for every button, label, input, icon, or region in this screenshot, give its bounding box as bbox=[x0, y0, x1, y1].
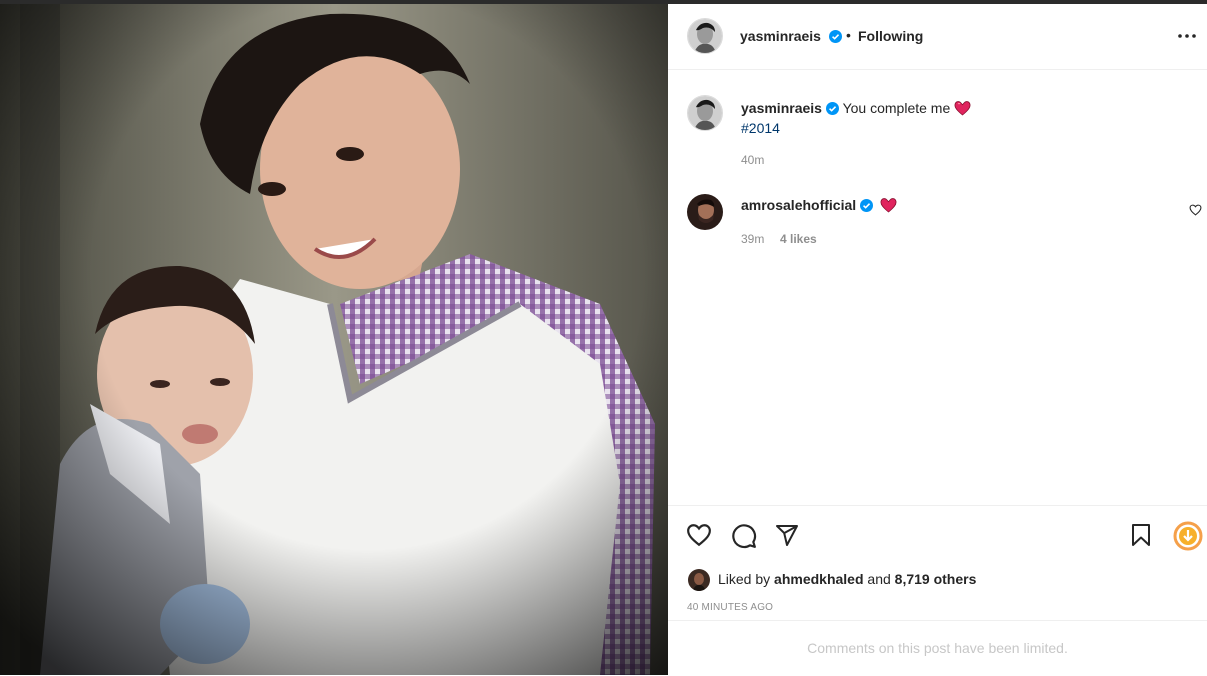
comment-likes[interactable]: 4 likes bbox=[780, 232, 817, 246]
avatar-image bbox=[688, 96, 722, 130]
comment-row: amrosalehofficial bbox=[741, 197, 897, 213]
caption-text: You complete me bbox=[842, 100, 951, 116]
verified-icon bbox=[860, 199, 874, 212]
liked-by-count[interactable]: 8,719 others bbox=[895, 571, 977, 587]
caption-username[interactable]: yasminraeis bbox=[741, 100, 822, 116]
author-name-row: yasminraeis bbox=[740, 28, 843, 46]
photo-illustration bbox=[0, 4, 668, 675]
comments-limited-notice: Comments on this post have been limited. bbox=[668, 620, 1207, 676]
action-bar bbox=[668, 505, 1207, 564]
heart-emoji-icon bbox=[880, 198, 897, 213]
avatar-image bbox=[688, 569, 710, 591]
verified-icon bbox=[825, 102, 839, 115]
like-heart-icon[interactable] bbox=[686, 523, 712, 547]
separator-dot: • bbox=[846, 27, 851, 43]
comment-icon[interactable] bbox=[731, 523, 757, 549]
post-photo[interactable] bbox=[0, 4, 668, 675]
commenter-username[interactable]: amrosalehofficial bbox=[741, 197, 856, 213]
more-options-icon[interactable] bbox=[1176, 26, 1198, 46]
caption-time[interactable]: 40m bbox=[741, 153, 764, 167]
post-details-panel: yasminraeis • Following yasminraeis You … bbox=[668, 4, 1207, 675]
avatar-image bbox=[688, 19, 722, 53]
download-extension-icon[interactable] bbox=[1173, 521, 1203, 551]
liked-by-prefix: Liked by bbox=[718, 571, 771, 587]
post-header: yasminraeis • Following bbox=[668, 4, 1207, 70]
caption-hashtag[interactable]: #2014 bbox=[741, 120, 780, 136]
caption-author-avatar[interactable] bbox=[687, 95, 723, 131]
comment-like-heart-icon[interactable] bbox=[1189, 204, 1202, 216]
liked-by-text: Liked by ahmedkhaled and 8,719 others bbox=[718, 571, 976, 587]
verified-icon bbox=[829, 30, 843, 43]
commenter-avatar[interactable] bbox=[687, 194, 723, 230]
avatar-image bbox=[687, 194, 723, 230]
share-icon[interactable] bbox=[775, 523, 799, 547]
comment-time[interactable]: 39m bbox=[741, 232, 764, 246]
post-caption: yasminraeis You complete me #2014 bbox=[741, 98, 971, 138]
liker-avatar[interactable] bbox=[688, 569, 710, 591]
liked-by-user[interactable]: ahmedkhaled bbox=[774, 571, 863, 587]
heart-emoji-icon bbox=[954, 101, 971, 116]
author-avatar[interactable] bbox=[687, 18, 723, 54]
post-timestamp[interactable]: 40 MINUTES AGO bbox=[687, 602, 773, 613]
liked-by-conjunction: and bbox=[867, 571, 891, 587]
author-username[interactable]: yasminraeis bbox=[740, 28, 821, 44]
bookmark-icon[interactable] bbox=[1130, 523, 1152, 547]
following-button[interactable]: Following bbox=[858, 28, 923, 44]
